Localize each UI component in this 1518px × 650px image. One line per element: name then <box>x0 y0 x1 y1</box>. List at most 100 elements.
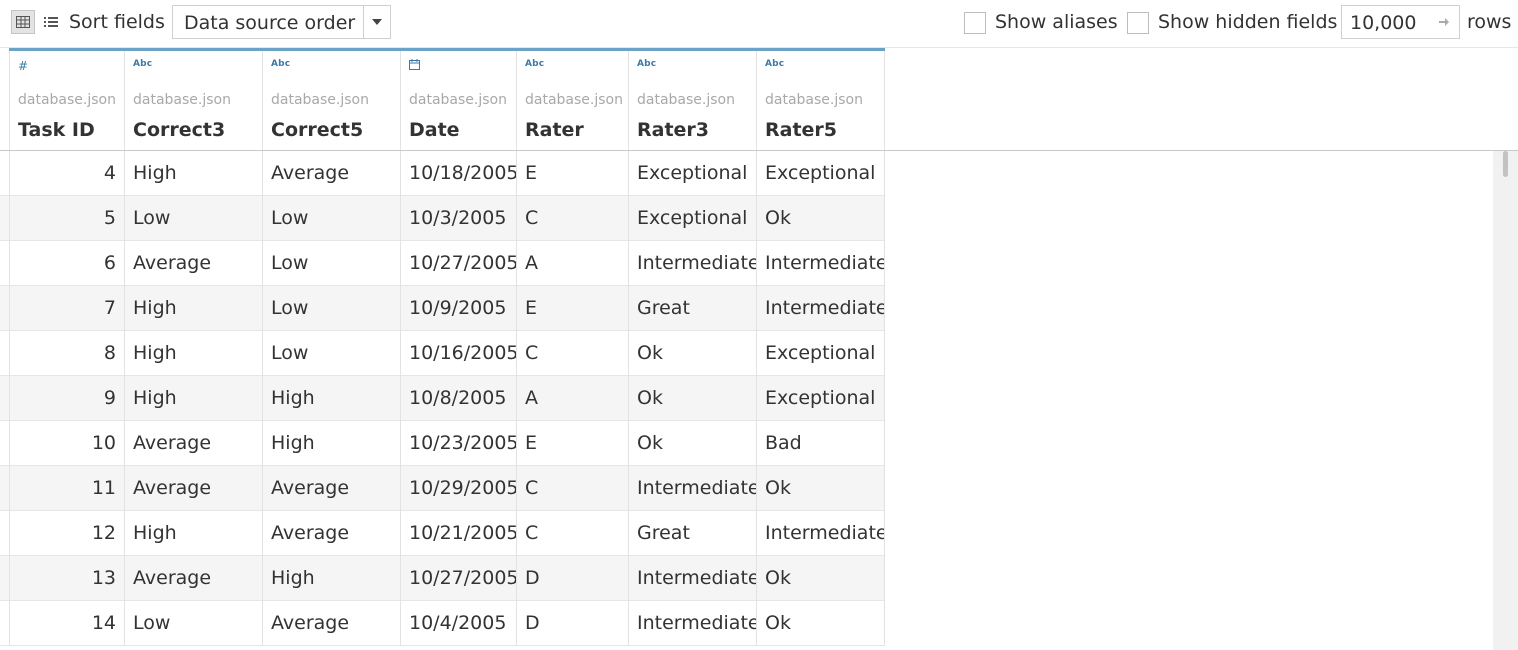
table-cell[interactable]: 10/8/2005 <box>401 376 517 421</box>
table-cell[interactable]: Ok <box>629 421 757 466</box>
show-hidden-fields-checkbox[interactable] <box>1127 12 1149 34</box>
table-row[interactable]: 9 High High 10/8/2005 A Ok Exceptional <box>0 376 885 421</box>
table-cell[interactable]: E <box>517 421 629 466</box>
rows-count-input[interactable]: 10,000 <box>1341 5 1460 39</box>
table-cell[interactable]: 10/3/2005 <box>401 196 517 241</box>
table-cell[interactable]: Average <box>125 556 263 601</box>
table-cell[interactable]: 10/29/2005 <box>401 466 517 511</box>
table-cell[interactable]: High <box>125 376 263 421</box>
table-cell[interactable]: Low <box>263 196 401 241</box>
table-cell[interactable]: 10 <box>9 421 125 466</box>
table-cell[interactable]: High <box>125 511 263 556</box>
table-cell[interactable]: Bad <box>757 421 885 466</box>
table-cell[interactable]: E <box>517 151 629 196</box>
table-cell[interactable]: C <box>517 331 629 376</box>
table-cell[interactable]: Exceptional <box>757 151 885 196</box>
table-cell[interactable]: Average <box>263 601 401 646</box>
table-cell[interactable]: 10/21/2005 <box>401 511 517 556</box>
table-cell[interactable]: Average <box>263 511 401 556</box>
table-cell[interactable]: C <box>517 466 629 511</box>
arrow-right-icon[interactable] <box>1437 15 1451 29</box>
table-cell[interactable]: Exceptional <box>757 331 885 376</box>
table-cell[interactable]: Intermediate <box>629 466 757 511</box>
table-cell[interactable]: High <box>125 151 263 196</box>
table-cell[interactable]: Great <box>629 511 757 556</box>
table-cell[interactable]: Exceptional <box>629 151 757 196</box>
table-row[interactable]: 7 High Low 10/9/2005 E Great Intermediate <box>0 286 885 331</box>
column-header[interactable]: Abc database.json Rater5 <box>757 51 885 150</box>
table-cell[interactable]: 10/4/2005 <box>401 601 517 646</box>
table-cell[interactable]: 9 <box>9 376 125 421</box>
table-cell[interactable]: Exceptional <box>629 196 757 241</box>
table-cell[interactable]: Low <box>263 331 401 376</box>
column-name[interactable]: Task ID <box>18 119 95 141</box>
table-cell[interactable]: A <box>517 376 629 421</box>
column-header[interactable]: Abc database.json Correct5 <box>263 51 401 150</box>
table-cell[interactable]: C <box>517 196 629 241</box>
table-cell[interactable]: High <box>263 376 401 421</box>
table-cell[interactable]: Low <box>263 241 401 286</box>
table-cell[interactable]: Intermediate <box>757 286 885 331</box>
table-cell[interactable]: Intermediate <box>757 241 885 286</box>
table-cell[interactable]: Average <box>263 466 401 511</box>
column-name[interactable]: Date <box>409 119 460 141</box>
table-cell[interactable]: 8 <box>9 331 125 376</box>
column-name[interactable]: Correct5 <box>271 119 363 141</box>
table-row[interactable]: 4 High Average 10/18/2005 E Exceptional Except… <box>0 151 885 196</box>
table-cell[interactable]: Low <box>125 196 263 241</box>
table-cell[interactable]: 10/9/2005 <box>401 286 517 331</box>
table-cell[interactable]: Ok <box>757 196 885 241</box>
table-cell[interactable]: Intermediate <box>629 241 757 286</box>
vertical-scrollbar[interactable] <box>1493 151 1518 650</box>
table-cell[interactable]: D <box>517 601 629 646</box>
table-cell[interactable]: Ok <box>757 466 885 511</box>
table-cell[interactable]: Ok <box>629 376 757 421</box>
dropdown-arrow[interactable] <box>363 6 390 38</box>
table-cell[interactable]: 6 <box>9 241 125 286</box>
table-cell[interactable]: 14 <box>9 601 125 646</box>
table-cell[interactable]: 10/27/2005 <box>401 556 517 601</box>
table-cell[interactable]: 5 <box>9 196 125 241</box>
table-cell[interactable]: 7 <box>9 286 125 331</box>
table-cell[interactable]: Great <box>629 286 757 331</box>
table-cell[interactable]: High <box>263 421 401 466</box>
table-cell[interactable]: Ok <box>629 331 757 376</box>
show-aliases-checkbox[interactable] <box>964 12 986 34</box>
column-name[interactable]: Rater3 <box>637 119 709 141</box>
table-cell[interactable]: 11 <box>9 466 125 511</box>
table-cell[interactable]: Intermediate <box>757 511 885 556</box>
table-cell[interactable]: 12 <box>9 511 125 556</box>
table-cell[interactable]: 10/16/2005 <box>401 331 517 376</box>
table-cell[interactable]: High <box>125 286 263 331</box>
table-cell[interactable]: Average <box>125 421 263 466</box>
table-cell[interactable]: D <box>517 556 629 601</box>
table-cell[interactable]: 4 <box>9 151 125 196</box>
table-cell[interactable]: E <box>517 286 629 331</box>
table-cell[interactable]: C <box>517 511 629 556</box>
grid-view-button[interactable] <box>11 10 35 34</box>
table-cell[interactable]: Intermediate <box>629 601 757 646</box>
table-row[interactable]: 5 Low Low 10/3/2005 C Exceptional Ok <box>0 196 885 241</box>
table-cell[interactable]: Exceptional <box>757 376 885 421</box>
sort-fields-select[interactable]: Data source order <box>172 5 391 39</box>
column-header[interactable]: # database.json Task ID <box>9 51 125 150</box>
scrollbar-thumb[interactable] <box>1503 151 1508 177</box>
column-name[interactable]: Correct3 <box>133 119 225 141</box>
show-hidden-fields-label[interactable]: Show hidden fields <box>1158 11 1337 33</box>
show-aliases-label[interactable]: Show aliases <box>995 11 1118 33</box>
table-cell[interactable]: Low <box>125 601 263 646</box>
table-row[interactable]: 13 Average High 10/27/2005 D Intermediate Ok <box>0 556 885 601</box>
column-name[interactable]: Rater <box>525 119 584 141</box>
table-cell[interactable]: 10/23/2005 <box>401 421 517 466</box>
table-cell[interactable]: Average <box>125 466 263 511</box>
column-header[interactable]: Abc database.json Rater3 <box>629 51 757 150</box>
table-cell[interactable]: Low <box>263 286 401 331</box>
table-cell[interactable]: Intermediate <box>629 556 757 601</box>
column-header[interactable]: database.json Date <box>401 51 517 150</box>
column-header[interactable]: Abc database.json Rater <box>517 51 629 150</box>
table-cell[interactable]: High <box>263 556 401 601</box>
table-row[interactable]: 10 Average High 10/23/2005 E Ok Bad <box>0 421 885 466</box>
table-row[interactable]: 6 Average Low 10/27/2005 A Intermediate Interm… <box>0 241 885 286</box>
table-cell[interactable]: High <box>125 331 263 376</box>
table-cell[interactable]: 10/27/2005 <box>401 241 517 286</box>
